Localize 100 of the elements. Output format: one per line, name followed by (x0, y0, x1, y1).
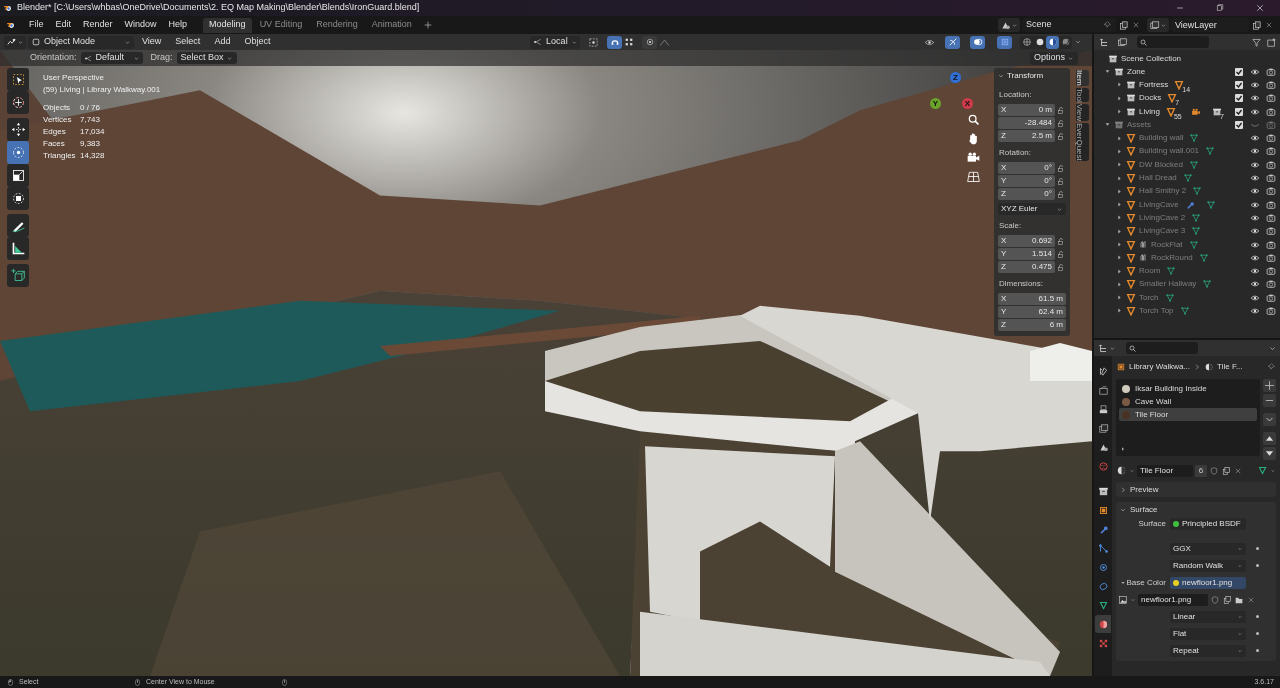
snap-increment-icon[interactable] (624, 37, 635, 47)
new-view-layer-icon[interactable] (1251, 19, 1262, 31)
render-camera-icon[interactable] (1266, 212, 1276, 223)
eye-icon[interactable] (1250, 212, 1260, 223)
menu-item[interactable]: Add (208, 35, 237, 49)
outliner-item[interactable]: Scene Collection (1121, 52, 1182, 65)
new-scene-icon[interactable] (1118, 19, 1129, 31)
expanded-arrow-icon[interactable] (1104, 68, 1111, 76)
move-tool-button[interactable] (7, 118, 29, 141)
number-field[interactable]: Y 1.514 (998, 248, 1055, 260)
sidebar-tab[interactable]: Item (1076, 70, 1089, 86)
duplicate-icon[interactable] (1222, 594, 1232, 605)
render-camera-icon[interactable] (1266, 266, 1276, 277)
dropdown[interactable]: Random Walk (1170, 559, 1246, 572)
view-layer-field[interactable]: ViewLayer (1171, 18, 1249, 32)
scene-field[interactable]: Scene (1022, 18, 1116, 32)
move-down-icon[interactable] (1263, 447, 1276, 460)
workspace-tab[interactable]: Animation (365, 17, 418, 33)
collapsed-arrow-icon[interactable] (1116, 108, 1123, 116)
specials-icon[interactable] (1263, 413, 1276, 426)
number-field[interactable]: -28.484 (998, 117, 1055, 129)
eye-icon[interactable] (1250, 199, 1260, 210)
wireframe-shading-button[interactable] (1020, 35, 1033, 49)
render-camera-icon[interactable] (1266, 239, 1276, 250)
options-dropdown[interactable]: Options (1029, 51, 1078, 65)
rotate-tool-button[interactable] (7, 141, 29, 164)
image-name-field[interactable]: newfloor1.png (1138, 593, 1208, 606)
outliner-item[interactable]: Docks (1139, 92, 1162, 105)
view-layer-icon[interactable] (1115, 36, 1129, 48)
workspace-tab[interactable]: Modeling (203, 17, 252, 33)
material-properties-tab[interactable] (1095, 615, 1111, 633)
eye-icon[interactable] (1250, 173, 1260, 183)
material-slot[interactable]: Iksar Building Inside (1119, 382, 1257, 395)
menu-item[interactable]: File (23, 17, 50, 33)
image-browse-icon[interactable] (1118, 594, 1128, 605)
breadcrumb-item[interactable]: Tile F... (1217, 361, 1243, 373)
material-browse-icon[interactable] (1116, 465, 1127, 476)
material-name-field[interactable]: Tile Floor (1137, 464, 1193, 477)
unlocked-padlock-icon[interactable] (1057, 131, 1066, 141)
expanded-arrow-icon[interactable] (1120, 579, 1126, 586)
move-up-icon[interactable] (1263, 432, 1276, 445)
render-camera-icon[interactable] (1266, 226, 1276, 237)
exclude-checkbox[interactable] (1235, 94, 1243, 103)
sidebar-tab[interactable]: EverQuest (1076, 123, 1089, 162)
number-field[interactable]: Y 62.4 m (998, 306, 1066, 318)
rotation-mode-dropdown[interactable]: XYZ Euler (998, 203, 1066, 215)
unlocked-padlock-icon[interactable] (1057, 249, 1066, 259)
gizmo-axis-handle[interactable]: Y (930, 98, 941, 109)
select-box-tool-button[interactable] (7, 68, 29, 91)
render-camera-icon[interactable] (1266, 186, 1276, 197)
dropdown[interactable]: Repeat (1170, 644, 1246, 657)
snap-target-icon[interactable] (588, 36, 600, 48)
overlay-toggle[interactable] (970, 35, 985, 49)
unlocked-padlock-icon[interactable] (1057, 105, 1066, 115)
material-shading-button[interactable] (1046, 35, 1059, 49)
eye-icon[interactable] (1250, 239, 1260, 250)
search-field[interactable] (1137, 36, 1209, 48)
exclude-checkbox[interactable] (1235, 67, 1243, 76)
menu-item[interactable]: Object (238, 35, 277, 49)
workspace-tab[interactable]: Rendering (310, 17, 364, 33)
close-icon[interactable] (1264, 20, 1274, 30)
filter-icon[interactable] (1251, 36, 1262, 48)
number-field[interactable]: Z 0.475 (998, 261, 1055, 273)
material-slot[interactable]: Cave Wall (1119, 395, 1257, 408)
number-field[interactable]: Y 0° (998, 175, 1055, 187)
transform-pivot-dropdown[interactable]: Local (530, 35, 581, 49)
unlocked-padlock-icon[interactable] (1057, 236, 1066, 246)
number-field[interactable]: X 0.692 (998, 235, 1055, 247)
eye-icon[interactable] (1250, 79, 1260, 90)
exclude-checkbox[interactable] (1235, 107, 1243, 116)
link-field[interactable]: newfloor1.png (1170, 576, 1246, 589)
number-field[interactable]: X 0° (998, 162, 1055, 174)
render-camera-icon[interactable] (1266, 106, 1276, 117)
perspective-grid-icon[interactable] (966, 169, 981, 184)
material-slot[interactable]: Tile Floor (1119, 408, 1257, 421)
outliner-item[interactable]: Fortress (1139, 78, 1169, 91)
drag-dropdown[interactable]: Select Box (176, 52, 237, 64)
number-field[interactable]: Z 2.5 m (998, 130, 1055, 142)
eye-icon[interactable] (1250, 66, 1260, 77)
menu-item[interactable]: Edit (49, 17, 78, 33)
gizmo-axis-handle[interactable]: X (962, 98, 973, 109)
transform-tool-button[interactable] (7, 187, 29, 210)
eye-icon[interactable] (1250, 252, 1260, 263)
number-field[interactable]: Z 6 m (998, 319, 1066, 331)
camera-icon[interactable] (966, 150, 981, 165)
fake-user-icon[interactable] (1209, 465, 1219, 476)
unlocked-padlock-icon[interactable] (1057, 262, 1066, 272)
panel-header[interactable]: Surface (1116, 502, 1276, 517)
editor-type-button[interactable] (4, 35, 26, 49)
snap-toggle[interactable] (607, 35, 623, 49)
duplicate-icon[interactable] (1221, 465, 1231, 476)
pin-icon[interactable] (1266, 362, 1276, 372)
orientation-dropdown[interactable]: Default (80, 52, 143, 64)
remove-slot-icon[interactable] (1263, 394, 1276, 407)
dropdown[interactable]: Linear (1170, 610, 1246, 623)
annotate-tool-button[interactable] (7, 214, 29, 237)
add-cube-tool-button[interactable] (7, 264, 29, 287)
collapse-icon[interactable] (997, 72, 1005, 80)
add-workspace-icon[interactable] (422, 20, 433, 30)
number-field[interactable]: X 0 m (998, 104, 1055, 116)
